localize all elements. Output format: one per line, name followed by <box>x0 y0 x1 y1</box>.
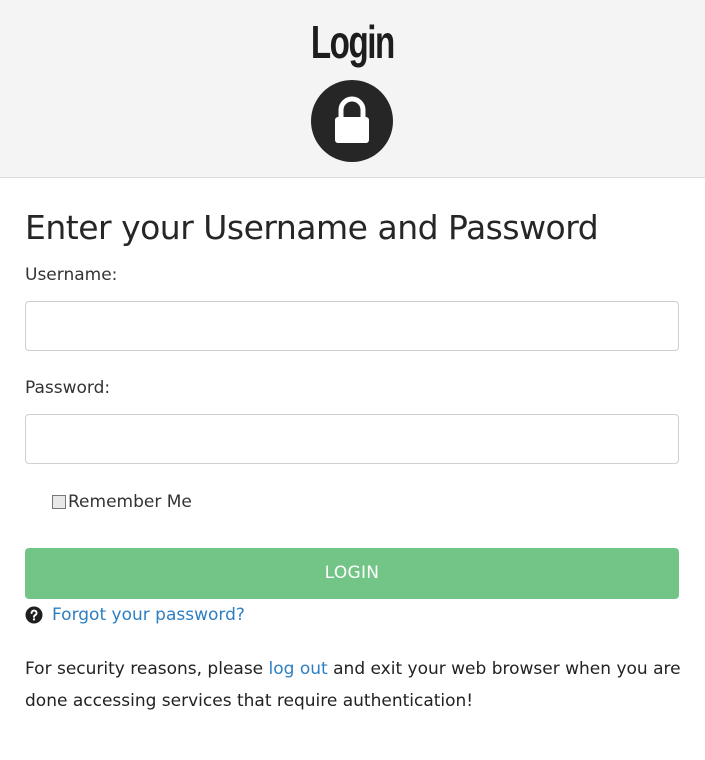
forgot-password-link[interactable]: Forgot your password? <box>52 603 245 627</box>
lock-icon-graphic <box>335 96 369 143</box>
log-out-link[interactable]: log out <box>269 659 328 679</box>
remember-me-label[interactable]: Remember Me <box>68 490 192 514</box>
username-input[interactable] <box>25 301 679 351</box>
username-label: Username: <box>25 265 118 285</box>
login-button[interactable]: LOGIN <box>25 548 679 599</box>
forgot-password-row[interactable]: Forgot your password? <box>25 603 245 627</box>
question-circle-icon[interactable] <box>25 606 43 624</box>
security-notice: For security reasons, please log out and… <box>25 653 695 717</box>
remember-me-row[interactable]: Remember Me <box>52 490 192 514</box>
remember-me-checkbox[interactable] <box>52 495 66 509</box>
notice-text-before: For security reasons, please <box>25 659 269 679</box>
lock-icon <box>311 80 393 162</box>
page-heading: Enter your Username and Password <box>25 208 599 247</box>
password-input[interactable] <box>25 414 679 464</box>
password-label: Password: <box>25 378 111 398</box>
login-header: Login <box>0 0 705 178</box>
header-title: Login <box>310 16 395 68</box>
